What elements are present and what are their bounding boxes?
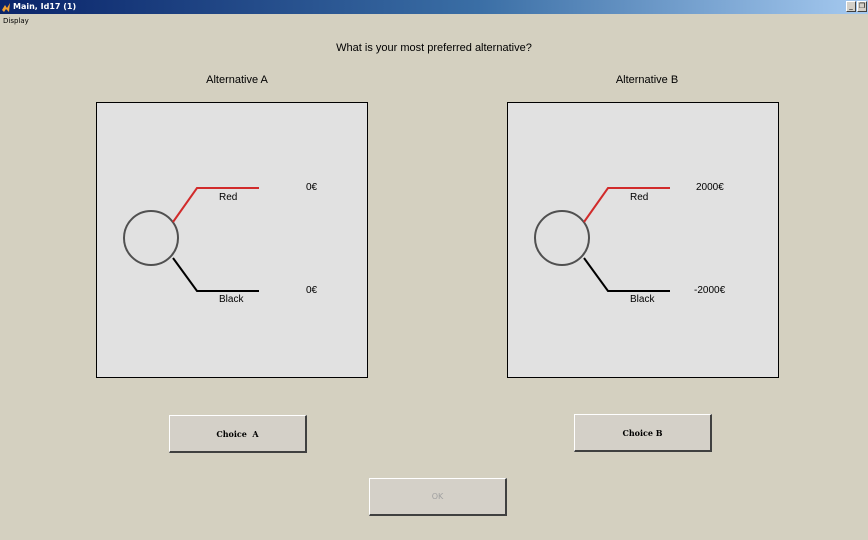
question-text: What is your most preferred alternative? bbox=[336, 42, 532, 54]
alternative-b-panel: Red Black 2000€ -2000€ bbox=[507, 102, 779, 378]
alternative-b-title: Alternative B bbox=[615, 74, 679, 86]
title-bar[interactable]: Main, Id17 (1) _ ❐ bbox=[0, 0, 868, 14]
red-branch-label: Red bbox=[630, 192, 649, 203]
window-title: Main, Id17 (1) bbox=[13, 2, 77, 11]
red-outcome: 0€ bbox=[306, 182, 318, 193]
menu-bar: Display bbox=[0, 14, 868, 28]
menu-display[interactable]: Display bbox=[0, 17, 29, 25]
lottery-tree-a bbox=[123, 187, 259, 292]
black-branch bbox=[172, 257, 259, 292]
choice-a-button[interactable]: Choice A bbox=[169, 415, 307, 453]
matlab-icon bbox=[2, 2, 10, 12]
alternative-a-panel: Red Black 0€ 0€ bbox=[96, 102, 368, 378]
red-outcome: 2000€ bbox=[696, 182, 724, 193]
black-branch-label: Black bbox=[219, 294, 244, 305]
chance-node bbox=[534, 210, 590, 266]
minimize-button[interactable]: _ bbox=[846, 1, 856, 12]
red-branch bbox=[172, 187, 259, 223]
black-outcome: -2000€ bbox=[694, 285, 726, 296]
restore-button[interactable]: ❐ bbox=[857, 1, 867, 12]
lottery-tree-b bbox=[534, 187, 670, 292]
red-branch-label: Red bbox=[219, 192, 238, 203]
choice-b-button[interactable]: Choice B bbox=[574, 414, 712, 452]
window-controls: _ ❐ bbox=[846, 1, 867, 12]
black-branch-label: Black bbox=[630, 294, 655, 305]
alternative-a-title: Alternative A bbox=[206, 74, 268, 86]
main-window: Main, Id17 (1) _ ❐ Display What is your … bbox=[0, 0, 868, 540]
chance-node bbox=[123, 210, 179, 266]
black-outcome: 0€ bbox=[306, 285, 318, 296]
red-branch bbox=[583, 187, 670, 223]
ok-button[interactable]: OK bbox=[369, 478, 507, 516]
black-branch bbox=[583, 257, 670, 292]
